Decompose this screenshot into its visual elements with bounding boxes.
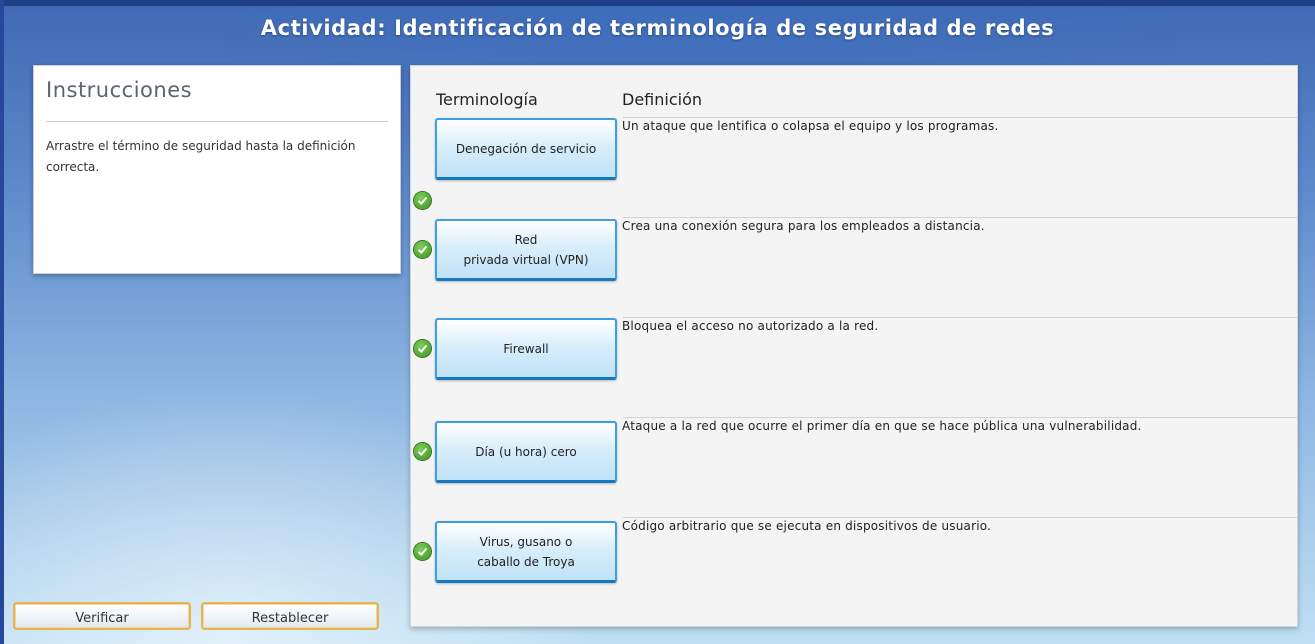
row-divider — [623, 217, 1297, 218]
reset-button[interactable]: Restablecer — [201, 602, 379, 630]
row-divider — [623, 417, 1297, 418]
top-bar — [0, 0, 1315, 6]
check-circle-icon — [414, 340, 431, 357]
check-circle-icon — [414, 443, 431, 460]
instructions-text: Arrastre el término de seguridad hasta l… — [46, 139, 356, 174]
instructions-panel: Instrucciones Arrastre el término de seg… — [33, 65, 401, 274]
term-card[interactable]: Día (u hora) cero — [435, 421, 617, 483]
definition-text: Ataque a la red que ocurre el primer día… — [622, 419, 1142, 433]
terminology-header: Terminología — [436, 90, 538, 109]
left-edge — [0, 0, 4, 644]
match-row: Firewall Bloquea el acceso no autorizado… — [411, 317, 1297, 417]
match-row: Red privada virtual (VPN) Crea una conex… — [411, 217, 1297, 317]
instructions-heading: Instrucciones — [46, 78, 193, 102]
row-divider — [623, 517, 1297, 518]
match-row: Virus, gusano o caballo de Troya Código … — [411, 517, 1297, 617]
divider — [46, 121, 388, 122]
match-row: Día (u hora) cero Ataque a la red que oc… — [411, 417, 1297, 517]
verify-button[interactable]: Verificar — [13, 602, 191, 630]
check-circle-icon — [414, 543, 431, 560]
term-card[interactable]: Red privada virtual (VPN) — [435, 219, 617, 281]
definition-header: Definición — [622, 90, 702, 109]
definition-text: Crea una conexión segura para los emplea… — [622, 219, 985, 233]
term-card[interactable]: Firewall — [435, 318, 617, 380]
definition-text: Un ataque que lentifica o colapsa el equ… — [622, 119, 999, 133]
term-card[interactable]: Denegación de servicio — [435, 118, 617, 180]
matching-panel: Terminología Definición Denegación de se… — [410, 65, 1298, 627]
definition-text: Bloquea el acceso no autorizado a la red… — [622, 319, 879, 333]
check-circle-icon — [414, 192, 431, 209]
term-card[interactable]: Virus, gusano o caballo de Troya — [435, 521, 617, 583]
match-row: Denegación de servicio Un ataque que len… — [411, 117, 1297, 217]
row-divider — [623, 117, 1297, 118]
definition-text: Código arbitrario que se ejecuta en disp… — [622, 519, 992, 533]
check-circle-icon — [414, 241, 431, 258]
row-divider — [623, 317, 1297, 318]
activity-title: Actividad: Identificación de terminologí… — [260, 16, 1055, 40]
